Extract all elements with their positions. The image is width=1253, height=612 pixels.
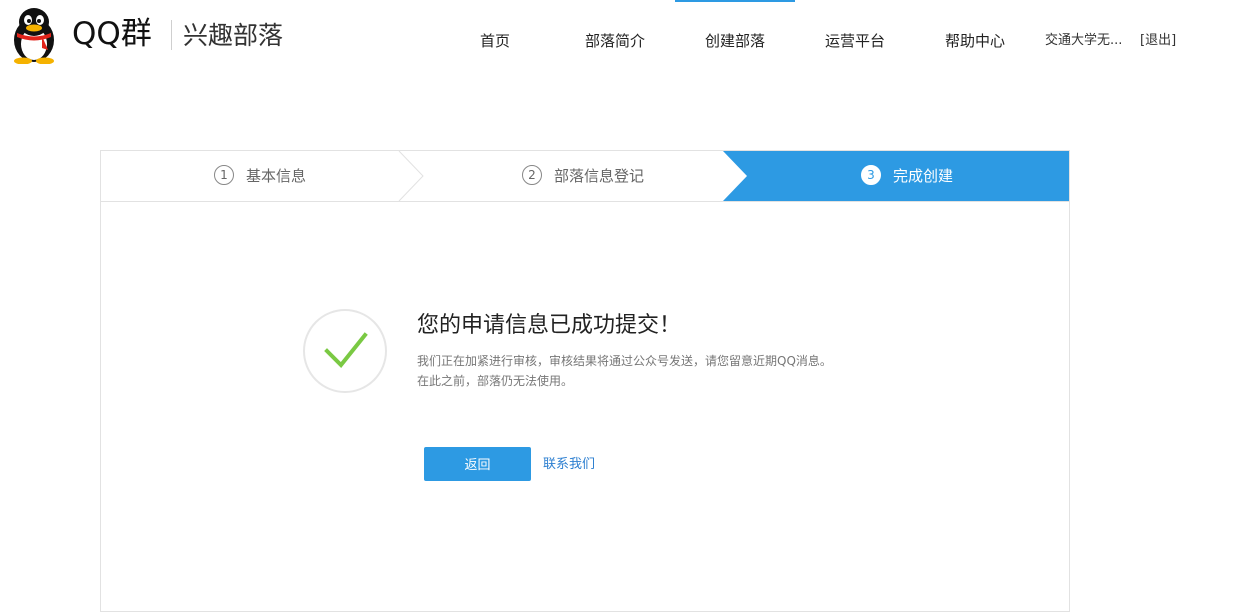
step-number: 1 <box>214 164 234 185</box>
user-name[interactable]: 交通大学无... <box>1045 32 1122 50</box>
step-2: 2 部落信息登记 <box>522 151 644 201</box>
create-panel: 1 基本信息 2 部落信息登记 3 完成创建 您的申请信息已成功提交！ 我们正在加紧进… <box>100 150 1070 612</box>
logout-link[interactable]: [退出] <box>1140 32 1176 50</box>
contact-us-link[interactable]: 联系我们 <box>543 456 595 474</box>
brand-title[interactable]: QQ群 <box>72 14 152 54</box>
step-indicator: 1 基本信息 2 部落信息登记 3 完成创建 <box>101 151 1069 202</box>
step-number: 2 <box>522 164 542 185</box>
success-description: 我们正在加紧进行审核，审核结果将通过公众号发送，请您留意近期QQ消息。 在此之前… <box>417 351 887 391</box>
nav-intro[interactable]: 部落简介 <box>555 0 675 82</box>
checkmark-icon <box>324 332 368 368</box>
success-title: 您的申请信息已成功提交！ <box>417 313 682 338</box>
description-line-1: 我们正在加紧进行审核，审核结果将通过公众号发送，请您留意近期QQ消息。 <box>417 354 832 368</box>
success-circle <box>303 309 387 393</box>
description-line-2: 在此之前，部落仍无法使用。 <box>417 374 574 388</box>
nav-operations[interactable]: 运营平台 <box>795 0 915 82</box>
step-label: 部落信息登记 <box>554 167 645 185</box>
brand-divider <box>171 20 172 50</box>
nav-help[interactable]: 帮助中心 <box>915 0 1035 82</box>
back-button[interactable]: 返回 <box>424 447 531 481</box>
qq-penguin-logo[interactable] <box>8 6 60 64</box>
brand-subtitle[interactable]: 兴趣部落 <box>183 18 283 54</box>
step-label: 完成创建 <box>893 167 954 185</box>
nav-create[interactable]: 创建部落 <box>675 0 795 82</box>
step-3: 3 完成创建 <box>861 151 953 201</box>
step-number: 3 <box>861 164 881 185</box>
header: QQ群 兴趣部落 首页 部落简介 创建部落 运营平台 帮助中心 交通大学无...… <box>0 0 1253 82</box>
nav-home[interactable]: 首页 <box>435 0 555 82</box>
step-label: 基本信息 <box>246 167 307 185</box>
step-1: 1 基本信息 <box>214 151 306 201</box>
